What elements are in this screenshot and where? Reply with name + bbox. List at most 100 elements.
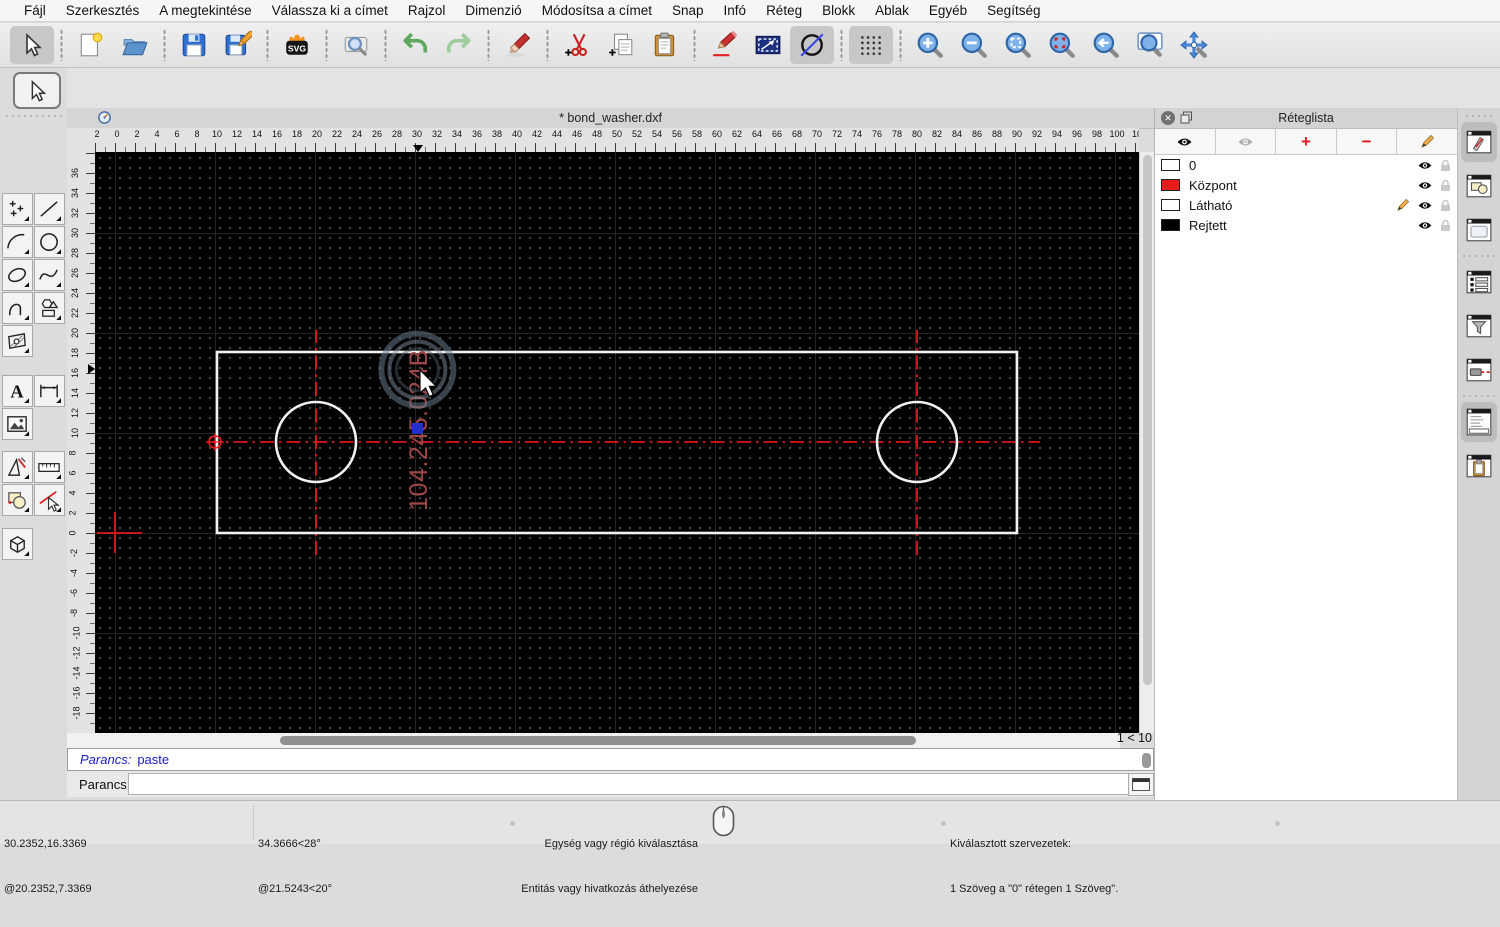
palette-hatch-tool[interactable] xyxy=(2,325,33,357)
palette-image-tool[interactable] xyxy=(2,408,33,440)
palette-ellipse-tool[interactable] xyxy=(2,259,33,291)
menu-dimenzio[interactable]: Dimenzió xyxy=(455,3,531,18)
paste-button[interactable] xyxy=(643,26,687,64)
add-layer-button[interactable]: + xyxy=(1276,129,1337,154)
edit-layer-button[interactable] xyxy=(1397,129,1457,154)
zoom-selected-button[interactable] xyxy=(1040,26,1084,64)
float-panel-icon[interactable] xyxy=(1180,111,1194,125)
pan-button[interactable] xyxy=(1172,26,1216,64)
toolbar-separator xyxy=(840,29,843,61)
zoom-window-button[interactable] xyxy=(1128,26,1172,64)
clipboard-dock-button[interactable] xyxy=(1461,446,1497,486)
menu-blokk[interactable]: Blokk xyxy=(812,3,865,18)
layer-row-rejtett[interactable]: Rejtett xyxy=(1155,215,1457,235)
layer-lock-icon[interactable] xyxy=(1440,159,1451,172)
h-ruler-label: 38 xyxy=(491,129,503,139)
zoom-previous-button[interactable] xyxy=(1084,26,1128,64)
zoom-auto-button[interactable] xyxy=(996,26,1040,64)
close-icon[interactable]: ✕ xyxy=(1161,111,1175,125)
menu-szerkesztes[interactable]: Szerkesztés xyxy=(56,3,150,18)
draw-pen-button[interactable] xyxy=(702,26,746,64)
zoom-out-button[interactable] xyxy=(952,26,996,64)
layer-list-dock-button[interactable] xyxy=(1461,262,1497,302)
palette-text-tool[interactable]: A xyxy=(2,375,33,407)
palette-points-tool[interactable] xyxy=(2,193,33,225)
palette-draft-tools-tool[interactable] xyxy=(2,451,33,483)
attributes-dock-button[interactable] xyxy=(1461,122,1497,162)
palette-blocks-tool[interactable] xyxy=(2,484,33,516)
h-ruler-label: 36 xyxy=(471,129,483,139)
drawing-canvas[interactable]: 104.245.024B xyxy=(95,152,1139,733)
draft-circle-line-button[interactable] xyxy=(790,26,834,64)
palette-polyline-tool[interactable] xyxy=(2,292,33,324)
menu-segitseg[interactable]: Segítség xyxy=(977,3,1050,18)
menu-valassza-ki-a-cimet[interactable]: Válassza ki a címet xyxy=(262,3,398,18)
palette-deselect-tool[interactable] xyxy=(34,484,65,516)
horizontal-scrollbar[interactable] xyxy=(67,733,1120,748)
select-window-button[interactable] xyxy=(746,26,790,64)
palette-line-tool[interactable] xyxy=(34,193,65,225)
menu-fajl[interactable]: Fájl xyxy=(14,3,56,18)
blocks-icon xyxy=(8,491,30,512)
layer-lock-icon[interactable] xyxy=(1440,219,1451,232)
save-button[interactable] xyxy=(172,26,216,64)
menu-modositsa-a-cimet[interactable]: Módosítsa a címet xyxy=(532,3,662,18)
horizontal-scrollbar-thumb[interactable] xyxy=(280,736,916,745)
save-as-button[interactable] xyxy=(216,26,260,64)
hide-all-layers-button[interactable] xyxy=(1215,129,1277,154)
vertical-scrollbar-thumb[interactable] xyxy=(1143,155,1152,685)
layer-lock-icon[interactable] xyxy=(1440,179,1451,192)
layer-visibility-eye-icon[interactable] xyxy=(1417,220,1433,231)
arc-icon xyxy=(7,233,30,254)
svg-export-button[interactable]: SVG xyxy=(275,26,319,64)
palette-spline-tool[interactable] xyxy=(34,259,65,291)
filter-dock-button[interactable] xyxy=(1461,306,1497,346)
selection-detail: 1 Szöveg a "0" rétegen 1 Szöveg". xyxy=(950,883,1119,895)
menu-ablak[interactable]: Ablak xyxy=(865,3,919,18)
palette-cube-3d-tool[interactable] xyxy=(2,528,33,560)
print-preview-button[interactable] xyxy=(334,26,378,64)
palette-arc-tool[interactable] xyxy=(2,226,33,258)
zoom-in-button[interactable] xyxy=(908,26,952,64)
open-file-button[interactable] xyxy=(113,26,157,64)
zoom-previous-icon xyxy=(1093,32,1119,58)
layer-lock-icon[interactable] xyxy=(1440,199,1451,212)
menu-rajzol[interactable]: Rajzol xyxy=(398,3,456,18)
command-input[interactable] xyxy=(128,773,1133,795)
layer-row-0[interactable]: 0 xyxy=(1155,155,1457,175)
library-dock-button[interactable] xyxy=(1461,166,1497,206)
layer-visibility-eye-icon[interactable] xyxy=(1417,200,1433,211)
palette-select-tool[interactable] xyxy=(13,72,61,109)
palette-measure-tool[interactable] xyxy=(34,451,65,483)
command-history-scrollbar[interactable] xyxy=(1142,753,1151,768)
vertical-scrollbar[interactable] xyxy=(1139,152,1154,733)
select-tool-button[interactable] xyxy=(10,26,54,64)
palette-dimension-tool[interactable] xyxy=(34,375,65,407)
menu-snap[interactable]: Snap xyxy=(662,3,714,18)
menu-reteg[interactable]: Réteg xyxy=(756,3,812,18)
menu-a-megtekintese[interactable]: A megtekintése xyxy=(149,3,261,18)
undo-button[interactable] xyxy=(393,26,437,64)
palette-polygon-shapes-tool[interactable] xyxy=(34,292,65,324)
delete-button[interactable] xyxy=(496,26,540,64)
document-title-bar[interactable]: * bond_washer.dxf xyxy=(67,108,1154,129)
layer-row-kozpont[interactable]: Központ xyxy=(1155,175,1457,195)
layer-row-lathato[interactable]: Látható xyxy=(1155,195,1457,215)
menu-info[interactable]: Infó xyxy=(714,3,757,18)
remove-layer-button[interactable]: − xyxy=(1336,129,1398,154)
palette-circle-tool[interactable] xyxy=(34,226,65,258)
layer-visibility-eye-icon[interactable] xyxy=(1417,160,1433,171)
redo-button[interactable] xyxy=(437,26,481,64)
preview-dock-button[interactable] xyxy=(1461,210,1497,250)
grid-toggle-button[interactable] xyxy=(849,26,893,64)
cut-button[interactable] xyxy=(555,26,599,64)
command-dock-button[interactable] xyxy=(1461,402,1497,442)
layer-panel-header: ✕ Réteglista xyxy=(1155,108,1457,129)
copy-button[interactable] xyxy=(599,26,643,64)
new-document-button[interactable] xyxy=(69,26,113,64)
show-all-layers-button[interactable] xyxy=(1155,129,1216,154)
layer-visibility-eye-icon[interactable] xyxy=(1417,180,1433,191)
menu-egyeb[interactable]: Egyéb xyxy=(919,3,977,18)
measurement-dock-button[interactable] xyxy=(1461,350,1497,390)
keyboard-toggle-button[interactable] xyxy=(1128,773,1154,796)
